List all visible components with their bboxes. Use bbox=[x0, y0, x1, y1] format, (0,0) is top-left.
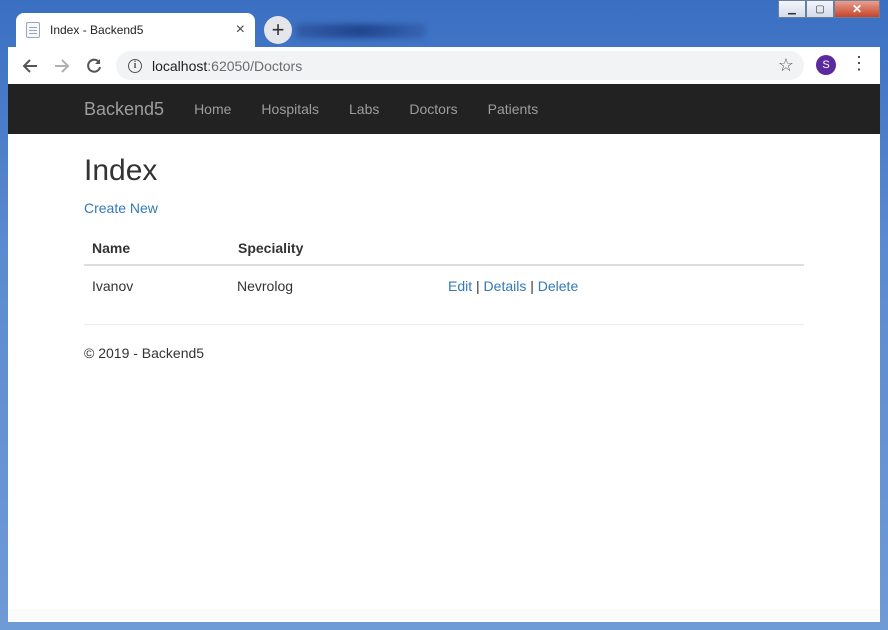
bookmark-star-icon[interactable]: ☆ bbox=[778, 55, 794, 76]
more-menu-icon[interactable]: ⋮ bbox=[850, 53, 868, 74]
nav-link-patients[interactable]: Patients bbox=[488, 101, 539, 117]
page-favicon-icon bbox=[26, 22, 40, 38]
page-title: Index bbox=[84, 154, 158, 187]
main-content: Index Create New Name Speciality Ivanov … bbox=[8, 154, 880, 361]
arrow-left-icon bbox=[22, 58, 37, 73]
tab-close-icon[interactable]: × bbox=[236, 21, 245, 39]
restore-icon: ▢ bbox=[815, 3, 825, 15]
column-header-name: Name bbox=[84, 232, 230, 266]
nav-link-hospitals[interactable]: Hospitals bbox=[261, 101, 319, 117]
profile-avatar[interactable]: S bbox=[816, 55, 836, 75]
new-tab-button[interactable]: + bbox=[264, 16, 292, 44]
arrow-right-icon bbox=[55, 58, 70, 73]
close-icon: ✕ bbox=[851, 2, 863, 16]
edit-link[interactable]: Edit bbox=[448, 278, 472, 294]
forward-button[interactable] bbox=[49, 53, 75, 79]
background-tabs bbox=[296, 24, 426, 38]
separator: | bbox=[476, 278, 480, 294]
doctors-table: Name Speciality Ivanov Nevrolog Edit | D… bbox=[84, 232, 804, 304]
cell-name: Ivanov bbox=[92, 278, 134, 294]
delete-link[interactable]: Delete bbox=[538, 278, 578, 294]
minimize-button[interactable]: ▁ bbox=[778, 0, 806, 18]
nav-link-home[interactable]: Home bbox=[194, 101, 231, 117]
viewport-bottom-edge bbox=[8, 609, 880, 622]
minimize-icon: ▁ bbox=[788, 3, 796, 15]
column-header-speciality: Speciality bbox=[230, 232, 434, 266]
table-header-row: Name Speciality bbox=[84, 232, 804, 266]
page-viewport: Backend5 Home Hospitals Labs Doctors Pat… bbox=[8, 84, 880, 609]
column-header-actions bbox=[434, 232, 804, 266]
separator: | bbox=[530, 278, 534, 294]
site-navbar: Backend5 Home Hospitals Labs Doctors Pat… bbox=[8, 84, 880, 134]
back-button[interactable] bbox=[17, 53, 43, 79]
navbar-brand[interactable]: Backend5 bbox=[84, 99, 164, 120]
details-link[interactable]: Details bbox=[484, 278, 527, 294]
restore-button[interactable]: ▢ bbox=[806, 0, 834, 18]
window-close-button[interactable]: ✕ bbox=[834, 0, 880, 18]
address-bar[interactable]: i localhost:62050/Doctors ☆ bbox=[116, 51, 804, 80]
create-new-link[interactable]: Create New bbox=[84, 200, 158, 216]
info-icon[interactable]: i bbox=[128, 58, 142, 73]
plus-icon: + bbox=[271, 17, 285, 42]
footer-divider bbox=[84, 324, 804, 325]
reload-button[interactable] bbox=[81, 53, 107, 79]
window-controls: ▁ ▢ ✕ bbox=[778, 0, 880, 18]
url-host: localhost bbox=[152, 57, 208, 74]
nav-link-doctors[interactable]: Doctors bbox=[409, 101, 457, 117]
browser-tab[interactable]: Index - Backend5 × bbox=[16, 13, 255, 47]
url-path: :62050/Doctors bbox=[207, 57, 303, 74]
nav-link-labs[interactable]: Labs bbox=[349, 101, 379, 117]
footer-copyright: © 2019 - Backend5 bbox=[84, 345, 205, 361]
reload-icon bbox=[87, 58, 101, 73]
table-row: Ivanov Nevrolog Edit | Details | Delete bbox=[84, 265, 804, 304]
browser-toolbar: i localhost:62050/Doctors ☆ S ⋮ bbox=[8, 47, 880, 84]
cell-actions: Edit | Details | Delete bbox=[434, 265, 804, 304]
tab-title: Index - Backend5 bbox=[50, 23, 144, 37]
cell-speciality: Nevrolog bbox=[237, 278, 294, 294]
